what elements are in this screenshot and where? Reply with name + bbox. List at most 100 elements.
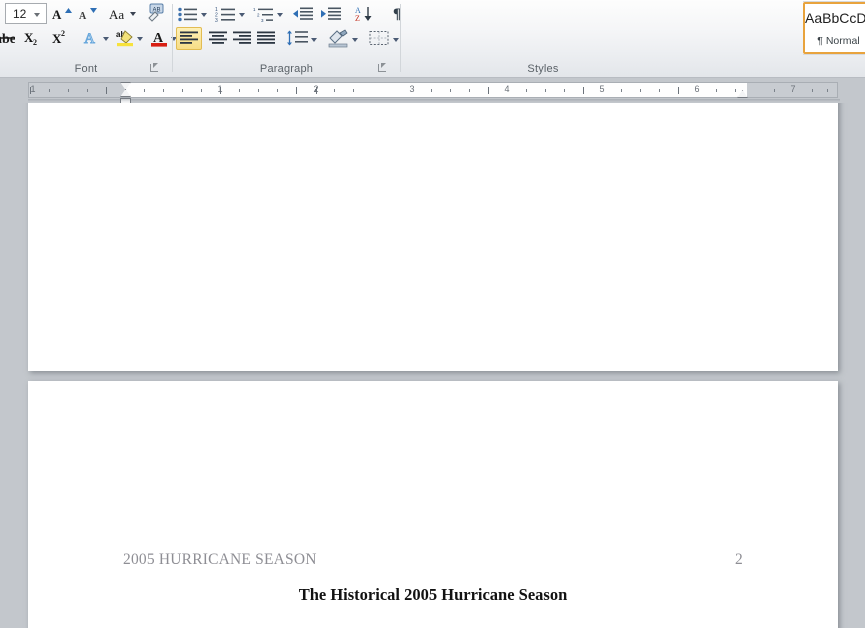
- align-right-icon: [230, 28, 254, 49]
- numbering-icon: 1 2 3: [215, 4, 237, 24]
- decrease-indent-icon: [291, 4, 314, 24]
- multilevel-list-icon: 1 2 3: [253, 4, 275, 24]
- document-page-1[interactable]: [28, 103, 838, 371]
- font-size-value: 12: [13, 6, 27, 21]
- ruler-number-6: 6: [694, 84, 700, 94]
- shading-icon: [326, 28, 350, 49]
- document-canvas[interactable]: 2005 HURRICANE SEASON 2 The Historical 2…: [0, 103, 865, 628]
- shrink-font-icon: A: [77, 4, 99, 23]
- ribbon-group-styles: AaBbCcDc ¶ Normal AaBbCcDc ¶ No Spaci...…: [401, 0, 865, 78]
- svg-text:2: 2: [61, 29, 65, 38]
- font-group-body: 12 A A Aa AB be X 2 X 2 A ab A: [0, 0, 177, 56]
- shading-button[interactable]: [325, 27, 351, 50]
- ruler-number-5: 5: [599, 84, 605, 94]
- numbering-button[interactable]: 1 2 3: [214, 3, 238, 25]
- numbering-dropdown-arrow[interactable]: [238, 3, 247, 25]
- ribbon: 12 A A Aa AB be X 2 X 2 A ab A Font 1 2 …: [0, 0, 865, 78]
- grow-font-button[interactable]: A: [50, 3, 74, 24]
- increase-indent-button[interactable]: [318, 3, 343, 25]
- change-case-button[interactable]: Aa: [106, 3, 139, 24]
- text-effects-button[interactable]: A: [80, 27, 102, 49]
- word-application-window: 12 A A Aa AB be X 2 X 2 A ab A Font 1 2 …: [0, 0, 865, 628]
- page-number: 2: [735, 551, 743, 568]
- bullets-icon: [177, 4, 199, 24]
- svg-text:Z: Z: [355, 14, 360, 23]
- ribbon-group-font: 12 A A Aa AB be X 2 X 2 A ab A Font: [0, 0, 177, 78]
- ruler-number-3: 3: [409, 84, 415, 94]
- font-group-label: Font: [74, 63, 98, 75]
- align-center-button[interactable]: [205, 27, 231, 50]
- multilevel-list-dropdown-arrow[interactable]: [276, 3, 285, 25]
- horizontal-ruler[interactable]: 1 1 2 3 4 5 6 7: [28, 82, 838, 105]
- align-left-icon: [177, 28, 201, 49]
- font-size-dropdown-arrow[interactable]: [29, 4, 46, 23]
- svg-text:2: 2: [215, 12, 218, 18]
- ribbon-group-paragraph: 1 2 3 1 2 3 A Z ¶ Paragraph: [173, 0, 401, 78]
- text-effects-icon: A: [81, 28, 101, 48]
- subscript-icon: X 2: [21, 28, 43, 48]
- line-spacing-button[interactable]: [285, 27, 310, 50]
- svg-text:A: A: [79, 11, 87, 22]
- ruler-number-7: 7: [790, 84, 796, 94]
- shrink-font-button[interactable]: A: [76, 3, 100, 24]
- font-size-combo[interactable]: 12: [5, 3, 47, 24]
- paragraph-dialog-launcher[interactable]: [377, 62, 388, 73]
- style-name-normal: ¶ Normal: [817, 35, 860, 47]
- styles-group-label: Styles: [527, 63, 559, 75]
- align-right-button[interactable]: [229, 27, 255, 50]
- borders-button[interactable]: [366, 27, 392, 50]
- style-preview-normal: AaBbCcDc: [805, 10, 865, 26]
- multilevel-list-button[interactable]: 1 2 3: [252, 3, 276, 25]
- style-item-normal[interactable]: AaBbCcDc ¶ Normal: [803, 2, 865, 54]
- ruler-number-2: 2: [313, 84, 319, 94]
- bullets-button[interactable]: [176, 3, 200, 25]
- align-left-button[interactable]: [176, 27, 202, 50]
- grow-font-icon: A: [51, 4, 73, 23]
- change-case-icon: Aa: [107, 4, 138, 23]
- strikethrough-button[interactable]: abe: [0, 27, 16, 49]
- subscript-button[interactable]: X 2: [20, 27, 44, 49]
- line-spacing-dropdown-arrow[interactable]: [310, 27, 319, 50]
- text-effects-dropdown-arrow[interactable]: [102, 27, 111, 49]
- sort-button[interactable]: A Z: [352, 3, 378, 25]
- svg-text:1: 1: [215, 7, 218, 13]
- styles-gallery[interactable]: AaBbCcDc ¶ Normal AaBbCcDc ¶ No Spaci...…: [803, 1, 865, 55]
- ruler-left-margin: [29, 83, 125, 97]
- svg-text:A: A: [52, 7, 62, 22]
- svg-text:2: 2: [33, 38, 37, 47]
- text-highlight-icon: ab: [115, 28, 135, 48]
- document-page-2[interactable]: 2005 HURRICANE SEASON 2 The Historical 2…: [28, 381, 838, 628]
- font-color-button[interactable]: A: [148, 27, 170, 49]
- line-spacing-icon: [286, 28, 309, 49]
- justify-icon: [254, 28, 278, 49]
- justify-button[interactable]: [253, 27, 279, 50]
- superscript-icon: X 2: [49, 28, 71, 48]
- superscript-button[interactable]: X 2: [48, 27, 72, 49]
- font-dialog-launcher[interactable]: [149, 62, 160, 73]
- sort-icon: A Z: [353, 4, 377, 24]
- svg-text:3: 3: [261, 18, 264, 23]
- svg-text:A: A: [355, 6, 361, 15]
- ruler-number-0: 1: [30, 84, 36, 94]
- document-title: The Historical 2005 Hurricane Season: [298, 585, 568, 604]
- svg-text:AB: AB: [153, 8, 161, 14]
- clear-formatting-icon: AB: [145, 3, 167, 23]
- bullets-dropdown-arrow[interactable]: [200, 3, 209, 25]
- svg-text:A: A: [153, 31, 164, 46]
- text-highlight-dropdown-arrow[interactable]: [136, 27, 145, 49]
- ruler-number-4: 4: [504, 84, 510, 94]
- ruler-band: 1 1 2 3 4 5 6 7: [0, 79, 865, 105]
- svg-text:X: X: [24, 30, 34, 45]
- ribbon-groups: 12 A A Aa AB be X 2 X 2 A ab A Font 1 2 …: [0, 0, 865, 78]
- ruler-number-1: 1: [217, 84, 223, 94]
- clear-formatting-button[interactable]: AB: [144, 2, 168, 24]
- svg-text:X: X: [52, 31, 62, 46]
- decrease-indent-button[interactable]: [290, 3, 315, 25]
- svg-text:abe: abe: [0, 32, 15, 47]
- shading-dropdown-arrow[interactable]: [351, 27, 360, 50]
- header-text: 2005 HURRICANE SEASON: [123, 551, 317, 568]
- paragraph-group-body: 1 2 3 1 2 3 A Z ¶: [173, 0, 401, 56]
- document-running-header: 2005 HURRICANE SEASON 2: [123, 551, 743, 569]
- text-highlight-button[interactable]: ab: [114, 27, 136, 49]
- svg-text:Aa: Aa: [109, 7, 124, 22]
